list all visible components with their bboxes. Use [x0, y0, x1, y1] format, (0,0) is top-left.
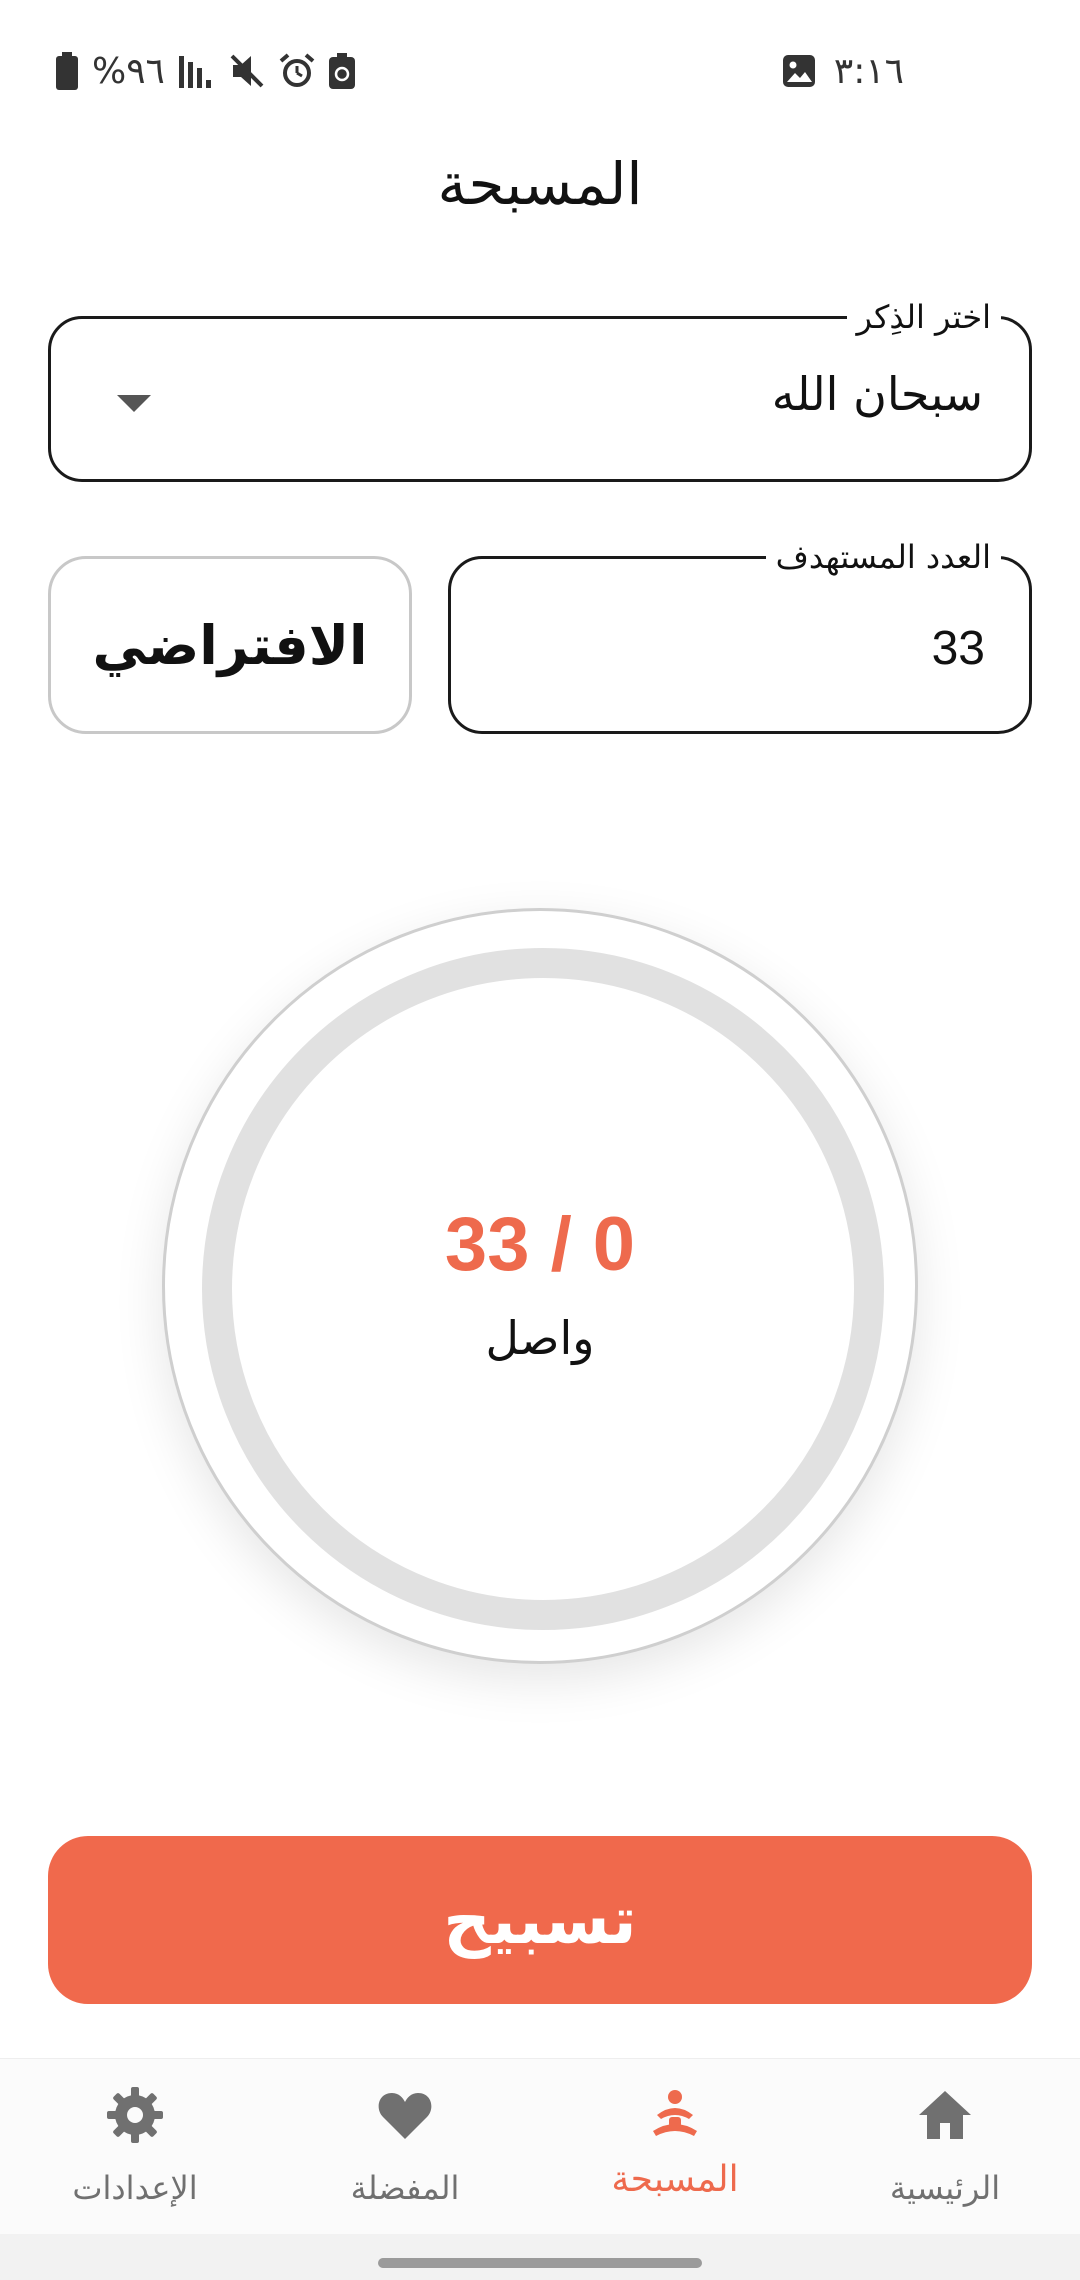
mute-icon: [229, 53, 265, 89]
signal-icon: [178, 54, 215, 88]
nav-label-favorites: المفضلة: [350, 2169, 460, 2207]
status-right-group: ٣:١٦: [782, 48, 904, 94]
status-bar: %٩٦ ٣:١٦: [0, 0, 1080, 140]
nav-label-tasbih: المسبحة: [611, 2159, 739, 2200]
nav-item-settings[interactable]: الإعدادات: [0, 2059, 270, 2235]
target-count-label: العدد المستهدف: [765, 535, 1001, 579]
counter-value: 33 / 0: [444, 1202, 636, 1287]
bottom-navigation: الرئيسية المسبحة المفضلة الإعدادات: [0, 2058, 1080, 2234]
dhikr-dropdown[interactable]: اختر الذِكر سبحان الله: [48, 295, 1032, 482]
counter-progress-ring: [202, 948, 884, 1630]
heart-icon: [378, 2093, 432, 2139]
dhikr-selected-value: سبحان الله: [771, 367, 983, 421]
battery-icon: [56, 52, 78, 90]
page-title: المسبحة: [437, 150, 643, 218]
nav-item-favorites[interactable]: المفضلة: [270, 2059, 540, 2235]
nav-label-settings: الإعدادات: [72, 2169, 198, 2207]
clock: ٣:١٦: [833, 50, 904, 92]
ring-track: [202, 948, 884, 1630]
dropdown-arrow-icon[interactable]: [117, 395, 151, 412]
default-button[interactable]: الافتراضي: [48, 556, 412, 734]
system-gesture-area: [0, 2234, 1080, 2280]
status-left-group: %٩٦: [56, 48, 355, 94]
nav-item-home[interactable]: الرئيسية: [810, 2059, 1080, 2235]
tasbih-screen: %٩٦ ٣:١٦ المسبحة اختر الذِكر سبحان الله …: [0, 0, 1080, 2280]
meditation-icon: [653, 2090, 697, 2136]
gesture-handle[interactable]: [378, 2258, 702, 2268]
counter-circle[interactable]: 33 / 0 واصل: [162, 908, 918, 1664]
counter-caption: واصل: [485, 1311, 595, 1365]
dhikr-dropdown-label: اختر الذِكر: [846, 295, 1001, 339]
home-icon: [919, 2091, 971, 2139]
gear-icon: [107, 2087, 163, 2143]
battery-percent: %٩٦: [92, 50, 165, 92]
tasbih-button[interactable]: تسبيح: [48, 1836, 1032, 2004]
battery-saver-icon: [328, 53, 355, 89]
target-count-value[interactable]: 33: [932, 621, 985, 676]
target-count-input[interactable]: العدد المستهدف 33: [448, 535, 1032, 734]
alarm-icon: [279, 53, 315, 89]
nav-label-home: الرئيسية: [889, 2169, 1001, 2207]
nav-item-tasbih[interactable]: المسبحة: [540, 2059, 810, 2235]
gallery-icon: [782, 54, 816, 88]
